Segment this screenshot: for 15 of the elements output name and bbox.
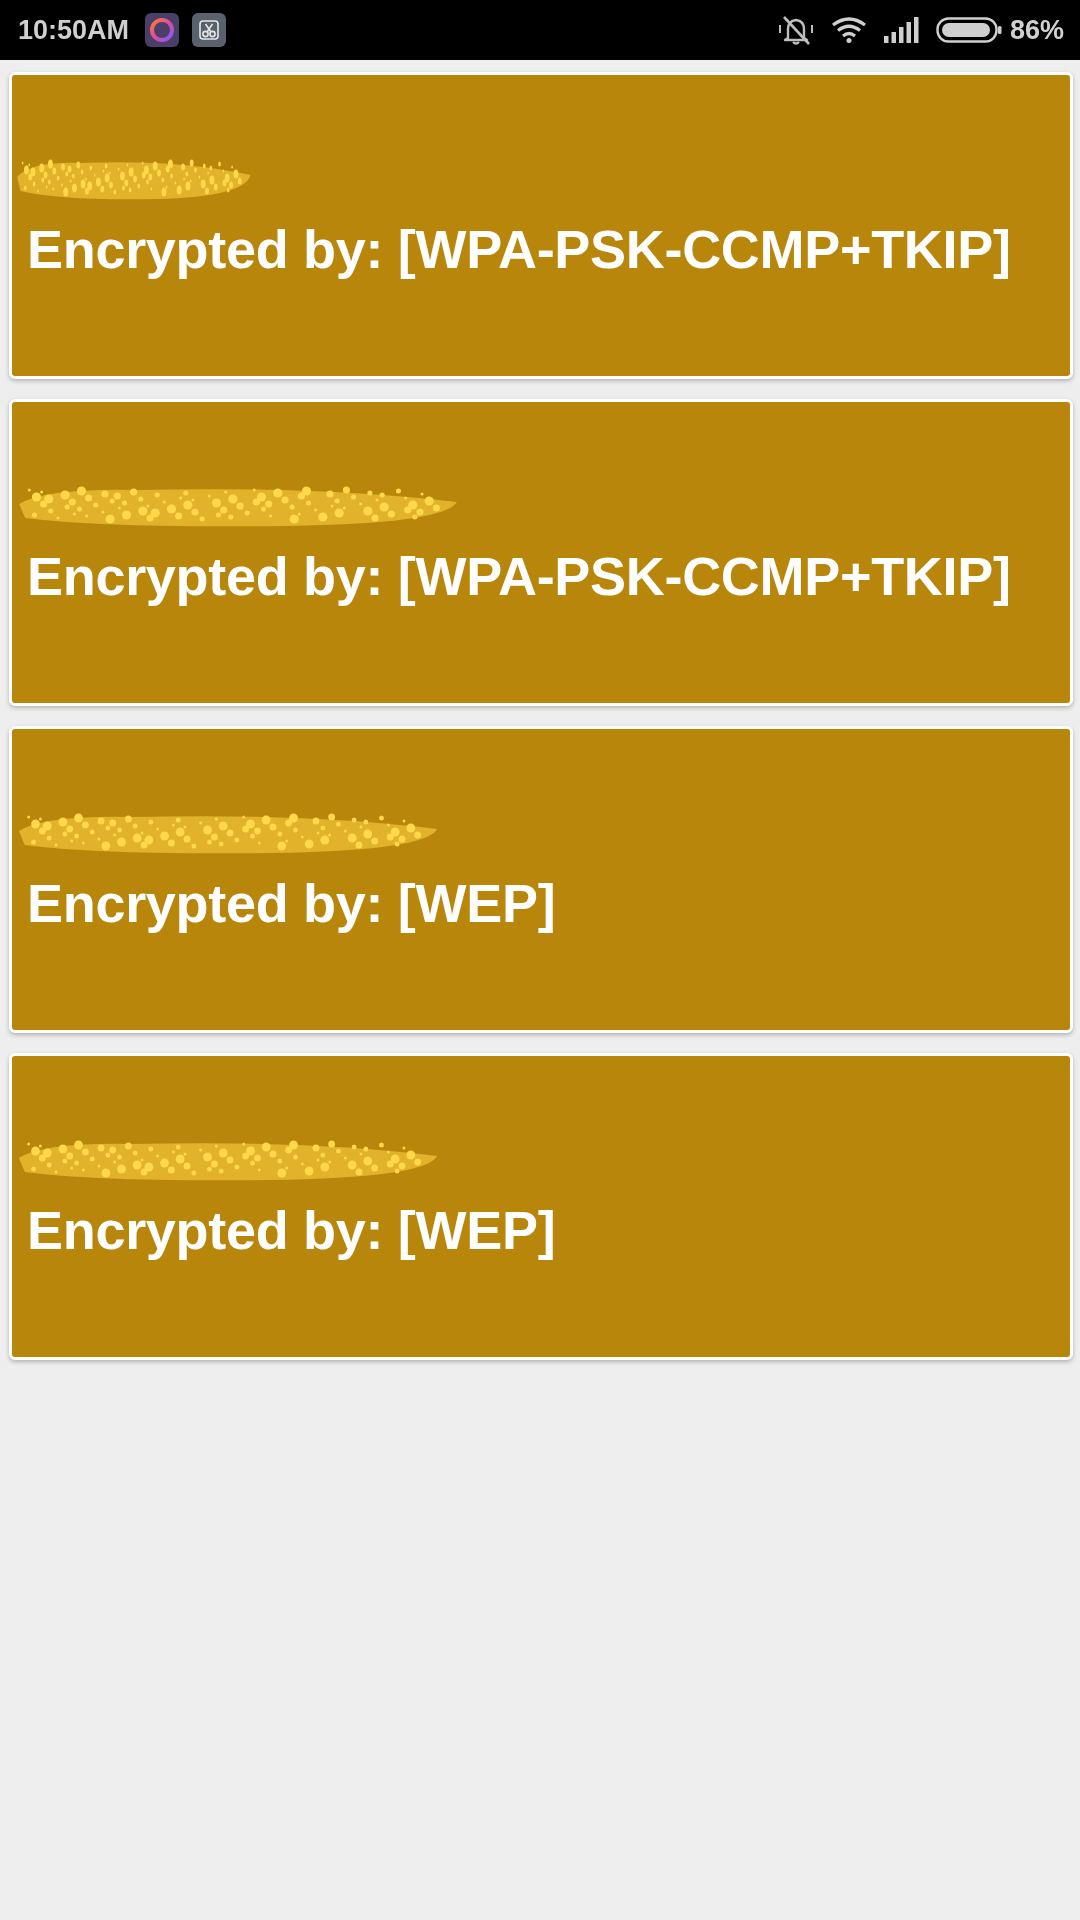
- network-card[interactable]: Encrypted by: [WPA-PSK-CCMP+TKIP]: [9, 399, 1073, 706]
- network-card[interactable]: Encrypted by: [WEP]: [9, 1053, 1073, 1360]
- status-time: 10:50AM: [18, 14, 130, 46]
- encryption-label: Encrypted by: [WEP]: [27, 872, 557, 935]
- network-card[interactable]: Encrypted by: [WPA-PSK-CCMP+TKIP]: [9, 72, 1073, 379]
- encryption-label: Encrypted by: [WPA-PSK-CCMP+TKIP]: [27, 218, 1012, 281]
- encryption-label: Encrypted by: [WEP]: [27, 1199, 557, 1262]
- scissors-app-icon: [192, 13, 227, 47]
- wifi-icon: [831, 17, 866, 43]
- network-card[interactable]: Encrypted by: [WEP]: [9, 726, 1073, 1033]
- signal-icon: [883, 17, 920, 43]
- ring-app-icon: [145, 13, 180, 47]
- battery-percent: 86%: [1009, 14, 1064, 46]
- encryption-label: Encrypted by: [WPA-PSK-CCMP+TKIP]: [27, 545, 1012, 608]
- battery-icon: [935, 17, 1002, 43]
